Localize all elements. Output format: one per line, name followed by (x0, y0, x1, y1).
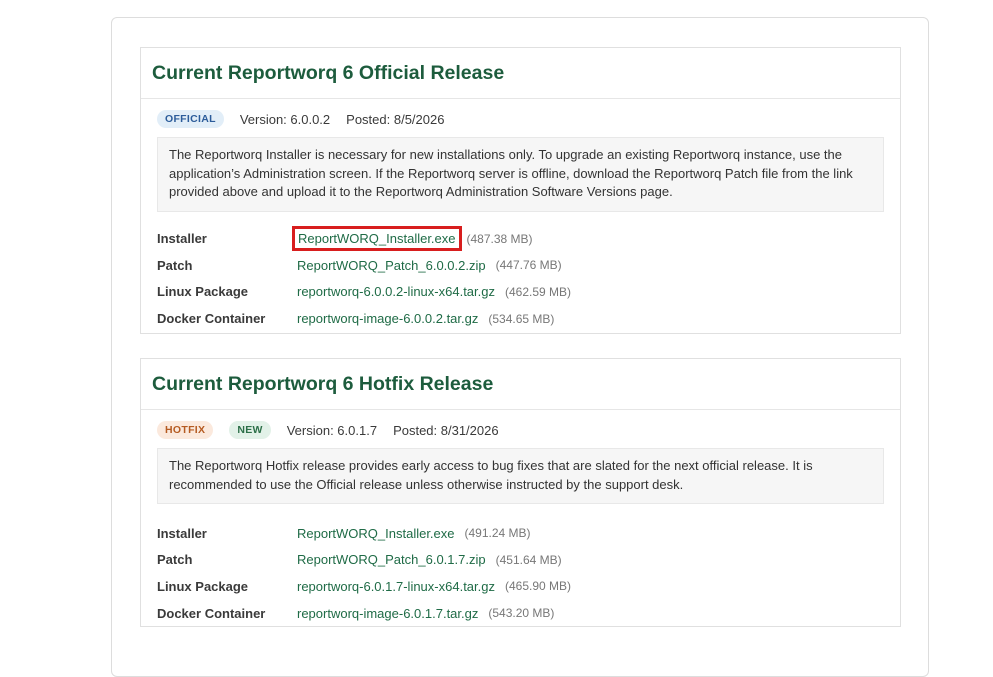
file-size: (543.20 MB) (488, 606, 555, 621)
official-files-list: Installer ReportWORQ_Installer.exe (487.… (141, 226, 900, 332)
hotfix-badge: HOTFIX (157, 421, 214, 439)
hotfix-release-title: Current Reportworq 6 Hotfix Release (141, 359, 900, 410)
file-size: (451.64 MB) (495, 552, 562, 567)
hotfix-linux-package-link[interactable]: reportworq-6.0.1.7-linux-x64.tar.gz (297, 579, 495, 594)
file-label: Docker Container (157, 311, 266, 327)
file-label: Installer (157, 525, 207, 541)
hotfix-notice: The Reportworq Hotfix release provides e… (157, 448, 884, 504)
official-meta-row: OFFICIAL Version: 6.0.0.2 Posted: 8/5/20… (141, 101, 900, 137)
file-size: (487.38 MB) (466, 231, 533, 246)
file-row-installer: Installer ReportWORQ_Installer.exe (491.… (157, 520, 900, 547)
file-row-linux: Linux Package reportworq-6.0.0.2-linux-x… (157, 279, 900, 306)
official-docker-link[interactable]: reportworq-image-6.0.0.2.tar.gz (297, 311, 478, 326)
file-label: Linux Package (157, 578, 249, 594)
file-row-patch: Patch ReportWORQ_Patch_6.0.0.2.zip (447.… (157, 252, 900, 279)
official-patch-link[interactable]: ReportWORQ_Patch_6.0.0.2.zip (297, 258, 486, 273)
hotfix-version: Version: 6.0.1.7 (286, 422, 378, 438)
file-row-docker: Docker Container reportworq-image-6.0.1.… (157, 600, 900, 627)
official-release-panel: Current Reportworq 6 Official Release OF… (140, 47, 901, 334)
official-badge: OFFICIAL (157, 110, 224, 128)
official-posted-date: Posted: 8/5/2026 (346, 111, 445, 127)
hotfix-posted-date: Posted: 8/31/2026 (393, 422, 499, 438)
hotfix-patch-link[interactable]: ReportWORQ_Patch_6.0.1.7.zip (297, 552, 486, 567)
hotfix-release-panel: Current Reportworq 6 Hotfix Release HOTF… (140, 358, 901, 627)
hotfix-files-list: Installer ReportWORQ_Installer.exe (491.… (141, 520, 900, 626)
file-size: (534.65 MB) (488, 311, 555, 326)
file-label: Docker Container (157, 605, 266, 621)
official-linux-package-link[interactable]: reportworq-6.0.0.2-linux-x64.tar.gz (297, 284, 495, 299)
official-installer-link[interactable]: ReportWORQ_Installer.exe (292, 226, 462, 252)
hotfix-installer-link[interactable]: ReportWORQ_Installer.exe (297, 526, 455, 541)
file-row-installer: Installer ReportWORQ_Installer.exe (487.… (157, 226, 900, 253)
hotfix-meta-row: HOTFIX NEW Version: 6.0.1.7 Posted: 8/31… (141, 412, 900, 448)
file-label: Installer (157, 231, 207, 247)
file-label: Patch (157, 552, 193, 568)
new-badge: NEW (229, 421, 271, 439)
file-row-patch: Patch ReportWORQ_Patch_6.0.1.7.zip (451.… (157, 547, 900, 574)
file-size: (462.59 MB) (504, 284, 572, 299)
file-size: (447.76 MB) (495, 258, 562, 273)
file-size: (465.90 MB) (504, 579, 572, 594)
file-label: Patch (157, 257, 193, 273)
official-release-title: Current Reportworq 6 Official Release (141, 48, 900, 99)
file-row-docker: Docker Container reportworq-image-6.0.0.… (157, 305, 900, 332)
file-row-linux: Linux Package reportworq-6.0.1.7-linux-x… (157, 573, 900, 600)
official-notice: The Reportworq Installer is necessary fo… (157, 137, 884, 212)
file-label: Linux Package (157, 284, 249, 300)
file-size: (491.24 MB) (464, 526, 531, 541)
official-version: Version: 6.0.0.2 (239, 111, 331, 127)
hotfix-docker-link[interactable]: reportworq-image-6.0.1.7.tar.gz (297, 606, 478, 621)
